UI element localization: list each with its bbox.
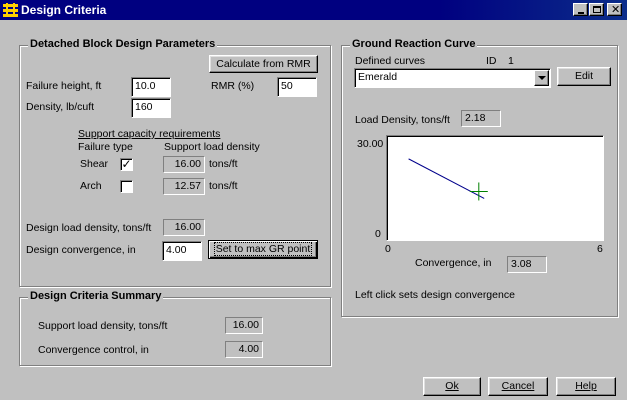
set-to-max-gr-point-label: Set to max GR point <box>213 242 313 256</box>
summary-support-label: Support load density, tons/ft <box>38 320 168 332</box>
summary-convergence-value: 4.00 <box>225 341 263 358</box>
design-load-density-label: Design load density, tons/ft <box>26 222 152 234</box>
y-axis-max-label: 30.00 <box>357 138 384 150</box>
title-bar[interactable]: Design Criteria ✕ <box>0 0 627 20</box>
ok-label: Ok <box>445 380 459 392</box>
defined-curves-label: Defined curves <box>355 55 426 67</box>
close-button[interactable]: ✕ <box>607 3 622 16</box>
load-density-label: Load Density, tons/ft <box>355 114 450 126</box>
x-axis-max-label: 6 <box>597 243 603 255</box>
ground-reaction-line-0 <box>408 158 485 199</box>
cancel-button[interactable]: Cancel <box>488 377 548 396</box>
design-convergence-label: Design convergence, in <box>26 244 136 256</box>
design-convergence-hint: Left click sets design convergence <box>355 289 515 301</box>
design-load-density-value: 16.00 <box>163 219 205 236</box>
defined-curves-selected: Emerald <box>358 71 398 83</box>
design-point-marker <box>469 182 488 201</box>
dropdown-arrow-icon[interactable] <box>534 70 549 86</box>
defined-curves-select[interactable]: Emerald <box>354 68 551 88</box>
shear-load-value: 16.00 <box>163 156 205 173</box>
window-title: Design Criteria <box>21 3 107 17</box>
curve-id-value: 1 <box>508 55 514 67</box>
calculate-from-rmr-button[interactable]: Calculate from RMR <box>209 55 318 73</box>
density-label: Density, lb/cuft <box>26 101 95 113</box>
shear-label: Shear <box>80 158 109 170</box>
minimize-icon <box>578 12 584 14</box>
design-convergence-input[interactable]: 4.00 <box>162 241 202 261</box>
summary-support-value: 16.00 <box>225 317 263 334</box>
detached-block-title: Detached Block Design Parameters <box>28 38 218 50</box>
maximize-button[interactable] <box>589 3 604 16</box>
minimize-button[interactable] <box>573 3 588 16</box>
failure-height-label: Failure height, ft <box>26 80 102 92</box>
summary-title: Design Criteria Summary <box>28 290 164 302</box>
maximize-icon <box>593 6 601 13</box>
ground-reaction-curve-title: Ground Reaction Curve <box>350 38 478 50</box>
check-icon: ✓ <box>121 157 132 171</box>
arch-label: Arch <box>80 180 102 192</box>
y-axis-min-label: 0 <box>375 228 381 240</box>
app-icon <box>3 3 18 17</box>
set-to-max-gr-point-button[interactable]: Set to max GR point <box>208 240 318 259</box>
edit-curve-button[interactable]: Edit <box>557 67 611 86</box>
arch-unit: tons/ft <box>209 180 238 192</box>
ok-button[interactable]: Ok <box>423 377 481 396</box>
rmr-label: RMR (%) <box>211 80 255 92</box>
convergence-value: 3.08 <box>507 256 547 273</box>
close-icon: ✕ <box>611 4 621 16</box>
rmr-input[interactable]: 50 <box>277 77 317 97</box>
shear-checkbox[interactable]: ✓ <box>120 158 133 171</box>
convergence-axis-label: Convergence, in <box>415 257 492 269</box>
design-criteria-window: Design Criteria ✕ Detached Block Design … <box>0 0 627 400</box>
arch-load-value: 12.57 <box>163 178 205 195</box>
failure-height-input[interactable]: 10.0 <box>131 77 171 97</box>
arch-checkbox[interactable] <box>120 180 133 193</box>
curve-id-label: ID <box>486 55 497 67</box>
support-load-density-header: Support load density <box>164 141 260 153</box>
load-density-value: 2.18 <box>461 110 501 127</box>
summary-convergence-label: Convergence control, in <box>38 344 149 356</box>
help-label: Help <box>575 380 597 392</box>
support-capacity-heading: Support capacity requirements <box>78 128 221 140</box>
shear-unit: tons/ft <box>209 158 238 170</box>
x-axis-min-label: 0 <box>385 243 391 255</box>
help-button[interactable]: Help <box>556 377 616 396</box>
ground-reaction-plot[interactable] <box>386 135 604 241</box>
ground-reaction-chart[interactable] <box>387 136 603 240</box>
cancel-label: Cancel <box>501 380 535 392</box>
failure-type-header: Failure type <box>78 141 133 153</box>
density-input[interactable]: 160 <box>131 98 171 118</box>
